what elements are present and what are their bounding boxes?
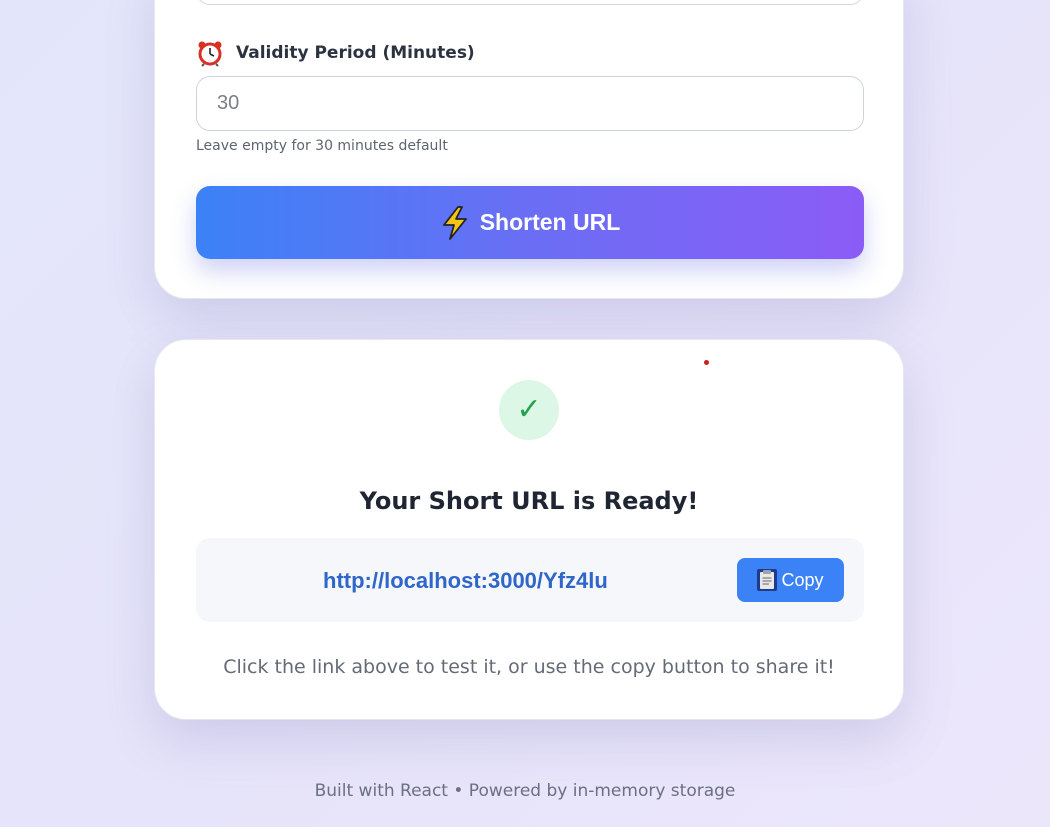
validity-label: Validity Period (Minutes) [236,43,475,63]
lightning-bolt-icon [442,205,467,240]
clipboard-icon [757,569,778,591]
shorten-url-button[interactable]: Shorten URL [196,186,864,259]
validity-input[interactable] [196,76,864,131]
checkmark-icon: ✓ [516,392,542,427]
copy-button[interactable]: Copy [737,558,844,602]
shorten-form-card: Validity Period (Minutes) Leave empty fo… [154,0,904,299]
short-url-box: http://localhost:3000/Yfz4lu Copy [196,538,864,622]
footer-text: Built with React • Powered by in-memory … [314,781,736,801]
validity-hint: Leave empty for 30 minutes default [196,138,448,154]
success-badge: ✓ [499,380,559,440]
cursor-indicator [704,360,709,365]
url-input-field[interactable] [196,0,864,5]
shorten-url-label: Shorten URL [479,209,621,235]
alarm-clock-icon [198,41,222,67]
result-hint: Click the link above to test it, or use … [223,656,835,678]
result-card: ✓ Your Short URL is Ready! http://localh… [154,339,904,720]
copy-label: Copy [781,569,824,590]
validity-label-row: Validity Period (Minutes) [196,39,475,67]
result-title: Your Short URL is Ready! [359,487,699,515]
short-url-link[interactable]: http://localhost:3000/Yfz4lu [323,568,608,594]
